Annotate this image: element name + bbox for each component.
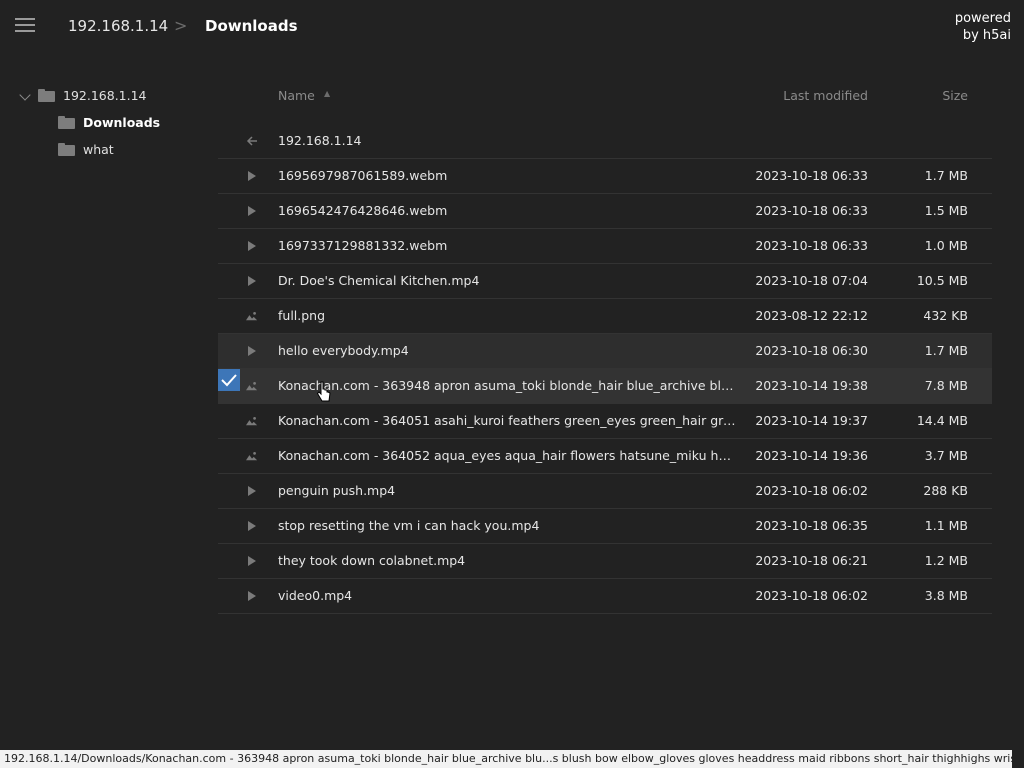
file-name: Konachan.com - 364051 asahi_kuroi feathe… bbox=[278, 413, 738, 428]
parent-folder-label: 192.168.1.14 bbox=[278, 133, 362, 148]
folder-icon bbox=[58, 115, 75, 129]
file-name: full.png bbox=[278, 308, 326, 323]
status-bar: 192.168.1.14/Downloads/Konachan.com - 36… bbox=[0, 750, 1012, 768]
file-row[interactable]: full.png 2023-08-12 22:12 432 KB bbox=[218, 299, 992, 334]
play-icon bbox=[248, 591, 256, 601]
file-size: 3.8 MB bbox=[924, 588, 968, 603]
header-modified[interactable]: Last modified bbox=[783, 88, 868, 103]
file-date: 2023-10-18 06:02 bbox=[755, 483, 868, 498]
file-size: 1.0 MB bbox=[924, 238, 968, 253]
file-size: 432 KB bbox=[923, 308, 968, 323]
file-row[interactable]: Konachan.com - 364052 aqua_eyes aqua_hai… bbox=[218, 439, 992, 474]
header-name[interactable]: Name bbox=[278, 88, 315, 103]
file-date: 2023-08-12 22:12 bbox=[755, 308, 868, 323]
file-row[interactable]: 1697337129881332.webm 2023-10-18 06:33 1.0… bbox=[218, 229, 992, 264]
file-size: 1.2 MB bbox=[924, 553, 968, 568]
arrow-left-icon bbox=[246, 136, 257, 146]
list-header: Name ▲ Last modified Size bbox=[218, 80, 992, 110]
file-size: 288 KB bbox=[923, 483, 968, 498]
file-row[interactable]: Konachan.com - 364051 asahi_kuroi feathe… bbox=[218, 404, 992, 439]
chevron-right-icon: > bbox=[174, 16, 188, 35]
file-date: 2023-10-14 19:38 bbox=[755, 378, 868, 393]
breadcrumb-host[interactable]: 192.168.1.14 bbox=[68, 17, 168, 35]
mouse-cursor-icon bbox=[316, 381, 331, 402]
play-icon bbox=[248, 346, 256, 356]
file-size: 10.5 MB bbox=[916, 273, 968, 288]
sidebar-item-label: Downloads bbox=[83, 114, 161, 130]
tree-root-label: 192.168.1.14 bbox=[63, 87, 147, 103]
play-icon bbox=[248, 206, 256, 216]
file-row[interactable]: Dr. Doe's Chemical Kitchen.mp4 2023-10-18… bbox=[218, 264, 992, 299]
file-size: 1.1 MB bbox=[924, 518, 968, 533]
file-date: 2023-10-18 06:21 bbox=[755, 553, 868, 568]
file-size: 1.7 MB bbox=[924, 168, 968, 183]
file-name: Konachan.com - 363948 apron asuma_toki b… bbox=[278, 378, 738, 393]
sort-caret-icon: ▲ bbox=[324, 89, 331, 98]
breadcrumb-current[interactable]: Downloads bbox=[205, 17, 298, 35]
image-icon bbox=[246, 417, 258, 426]
file-name: video0.mp4 bbox=[278, 588, 353, 603]
powered-line: powered bbox=[954, 11, 1011, 26]
file-date: 2023-10-18 06:35 bbox=[755, 518, 868, 533]
selected-check-icon[interactable] bbox=[218, 369, 240, 391]
file-date: 2023-10-18 06:33 bbox=[755, 168, 868, 183]
h5ai-link[interactable]: by h5ai bbox=[963, 28, 1011, 43]
file-name: Dr. Doe's Chemical Kitchen.mp4 bbox=[278, 273, 480, 288]
file-date: 2023-10-14 19:37 bbox=[755, 413, 868, 428]
file-row[interactable]: 1696542476428646.webm 2023-10-18 06:33 1.5… bbox=[218, 194, 992, 229]
file-row[interactable]: hello everybody.mp4 2023-10-18 06:30 1.7 M… bbox=[218, 334, 992, 369]
file-size: 7.8 MB bbox=[924, 378, 968, 393]
file-name: Konachan.com - 364052 aqua_eyes aqua_hai… bbox=[278, 448, 738, 463]
file-name: hello everybody.mp4 bbox=[278, 343, 409, 358]
file-date: 2023-10-18 07:04 bbox=[755, 273, 868, 288]
folder-icon bbox=[58, 142, 75, 156]
file-row[interactable]: video0.mp4 2023-10-18 06:02 3.8 MB bbox=[218, 579, 992, 614]
header-size[interactable]: Size bbox=[942, 88, 968, 103]
file-size: 1.5 MB bbox=[924, 203, 968, 218]
file-name: 1697337129881332.webm bbox=[278, 238, 448, 253]
file-name: they took down colabnet.mp4 bbox=[278, 553, 466, 568]
file-name: penguin push.mp4 bbox=[278, 483, 396, 498]
folder-icon bbox=[38, 88, 55, 102]
parent-folder-row[interactable]: 192.168.1.14 bbox=[218, 124, 992, 159]
menu-icon[interactable] bbox=[15, 18, 35, 34]
sidebar-item-what[interactable]: what bbox=[58, 136, 114, 162]
image-icon bbox=[246, 382, 258, 391]
powered-by: powered by h5ai bbox=[955, 10, 1011, 44]
file-row[interactable]: Konachan.com - 363948 apron asuma_toki b… bbox=[218, 369, 992, 404]
sidebar-item-label: what bbox=[83, 141, 114, 157]
file-row[interactable]: they took down colabnet.mp4 2023-10-18 06… bbox=[218, 544, 992, 579]
file-row[interactable]: stop resetting the vm i can hack you.mp4… bbox=[218, 509, 992, 544]
file-size: 14.4 MB bbox=[916, 413, 968, 428]
chevron-down-icon[interactable] bbox=[19, 89, 31, 101]
play-icon bbox=[248, 241, 256, 251]
file-row[interactable]: penguin push.mp4 2023-10-18 06:02 288 KB bbox=[218, 474, 992, 509]
play-icon bbox=[248, 556, 256, 566]
play-icon bbox=[248, 486, 256, 496]
play-icon bbox=[248, 521, 256, 531]
file-date: 2023-10-14 19:36 bbox=[755, 448, 868, 463]
file-date: 2023-10-18 06:33 bbox=[755, 238, 868, 253]
tree-root[interactable]: 192.168.1.14 bbox=[38, 82, 147, 108]
sidebar-item-downloads[interactable]: Downloads bbox=[58, 109, 160, 135]
file-list: Name ▲ Last modified Size 192.168.1.14 1… bbox=[218, 80, 992, 614]
file-name: stop resetting the vm i can hack you.mp4 bbox=[278, 518, 540, 533]
image-icon bbox=[246, 312, 258, 321]
top-bar: 192.168.1.14 > Downloads powered by h5ai bbox=[0, 0, 1024, 52]
file-date: 2023-10-18 06:33 bbox=[755, 203, 868, 218]
file-size: 1.7 MB bbox=[924, 343, 968, 358]
play-icon bbox=[248, 276, 256, 286]
image-icon bbox=[246, 452, 258, 461]
file-size: 3.7 MB bbox=[924, 448, 968, 463]
play-icon bbox=[248, 171, 256, 181]
file-date: 2023-10-18 06:02 bbox=[755, 588, 868, 603]
file-date: 2023-10-18 06:30 bbox=[755, 343, 868, 358]
file-name: 1696542476428646.webm bbox=[278, 203, 448, 218]
file-name: 1695697987061589.webm bbox=[278, 168, 448, 183]
file-row[interactable]: 1695697987061589.webm 2023-10-18 06:33 1.7… bbox=[218, 159, 992, 194]
